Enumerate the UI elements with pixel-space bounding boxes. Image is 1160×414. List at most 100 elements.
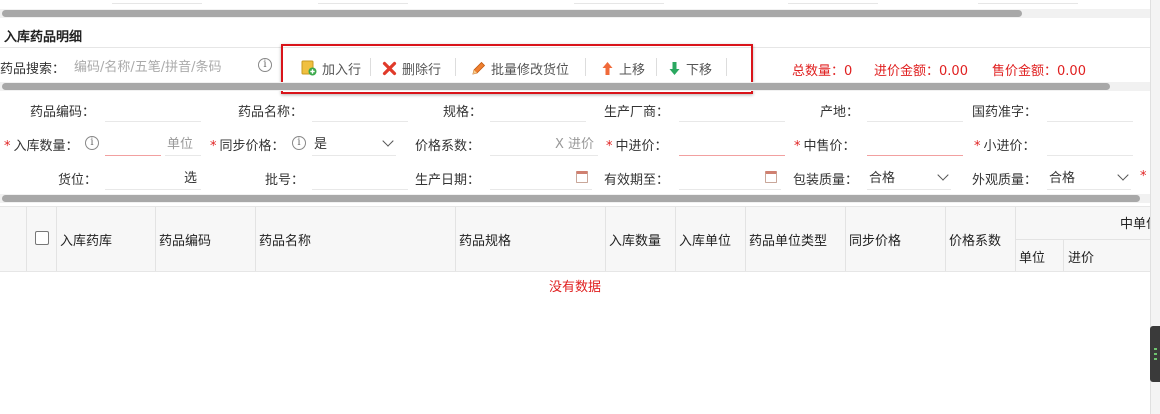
move-down-button[interactable]: 下移 xyxy=(668,58,712,78)
form-bottom-scrollbar[interactable] xyxy=(0,194,1150,203)
column-divider xyxy=(155,207,156,271)
arrow-up-icon xyxy=(602,61,613,75)
summary-purchase-amount: 进价金额：0.00 xyxy=(874,60,968,79)
column-header[interactable]: 药品规格 xyxy=(459,230,511,249)
toolbar-separator xyxy=(726,58,727,76)
mid-purchase-label-text: 中进价： xyxy=(615,139,668,154)
scrollbar-thumb[interactable] xyxy=(2,83,1110,90)
drug-code-label: 药品编码： xyxy=(30,105,96,120)
add-row-button[interactable]: 加入行 xyxy=(301,58,361,78)
approval-label: 国药准字： xyxy=(972,105,1038,120)
chevron-down-icon xyxy=(382,134,394,147)
top-field-remnant xyxy=(978,0,1078,4)
origin-field[interactable] xyxy=(867,96,963,122)
column-divider xyxy=(56,207,57,271)
move-down-label: 下移 xyxy=(686,62,713,78)
select-all-checkbox[interactable] xyxy=(35,231,49,245)
drug-name-field[interactable] xyxy=(312,96,408,122)
origin-label: 产地： xyxy=(820,105,860,120)
purchase-amount-label: 进价金额： xyxy=(874,64,940,79)
scrollbar-thumb[interactable] xyxy=(2,10,1022,17)
column-header[interactable]: 药品单位类型 xyxy=(749,230,827,249)
location-label: 货位： xyxy=(58,173,98,188)
expiry-field[interactable] xyxy=(679,164,781,190)
column-header[interactable]: 入库数量 xyxy=(609,230,661,249)
toolbar-separator xyxy=(370,58,371,76)
sync-price-select[interactable]: 是 xyxy=(312,130,396,156)
batch-field[interactable] xyxy=(312,164,408,190)
column-header[interactable]: 入库药库 xyxy=(60,230,112,249)
toolbar-separator xyxy=(455,58,456,76)
total-qty-value: 0 xyxy=(844,64,853,79)
calendar-icon[interactable] xyxy=(576,170,588,183)
add-row-label: 加入行 xyxy=(322,62,362,78)
column-divider xyxy=(455,207,456,271)
batch-edit-location-label: 批量修改货位 xyxy=(491,62,570,78)
column-header[interactable]: 药品编码 xyxy=(159,230,211,249)
move-up-button[interactable]: 上移 xyxy=(601,58,645,78)
search-input[interactable] xyxy=(74,55,252,79)
chevron-down-icon xyxy=(1117,168,1129,181)
arrow-down-icon xyxy=(669,61,680,75)
column-header[interactable]: 入库单位 xyxy=(679,230,731,249)
mid-purchase-label: * 中进价： xyxy=(606,139,668,154)
calendar-icon[interactable] xyxy=(765,170,777,183)
batch-edit-location-button[interactable]: 批量修改货位 xyxy=(471,58,569,78)
sync-price-label-text: 同步价格： xyxy=(219,139,285,154)
add-row-icon xyxy=(301,60,317,76)
info-icon[interactable]: i xyxy=(85,136,99,150)
manufacturer-field[interactable] xyxy=(679,96,785,122)
info-icon[interactable]: i xyxy=(258,58,272,72)
handle-grip xyxy=(1154,348,1157,350)
sub-column-header[interactable]: 进价 xyxy=(1068,247,1094,266)
mid-purchase-field[interactable] xyxy=(679,130,785,156)
top-scrollbar[interactable] xyxy=(0,9,1150,18)
pencil-icon xyxy=(472,61,486,75)
price-coef-suffix: X 进价 xyxy=(554,137,594,152)
location-select-button[interactable]: 选 xyxy=(184,167,201,186)
approval-field[interactable] xyxy=(1047,96,1133,122)
delete-row-button[interactable]: 删除行 xyxy=(382,58,441,78)
small-purchase-label-text: 小进价： xyxy=(983,139,1036,154)
group-header-divider xyxy=(1015,239,1160,240)
total-qty-label: 总数量： xyxy=(792,64,845,79)
column-divider xyxy=(745,207,746,271)
package-quality-select[interactable]: 合格 xyxy=(867,164,951,190)
spec-field[interactable] xyxy=(490,96,586,122)
prod-date-field[interactable] xyxy=(490,164,592,190)
appearance-quality-select[interactable]: 合格 xyxy=(1047,164,1131,190)
sync-price-value: 是 xyxy=(314,137,328,152)
column-divider xyxy=(945,207,946,271)
info-icon[interactable]: i xyxy=(292,136,306,150)
mid-retail-field[interactable] xyxy=(867,130,963,156)
scrollbar-thumb[interactable] xyxy=(2,195,1140,202)
column-divider xyxy=(845,207,846,271)
in-qty-field[interactable] xyxy=(105,130,161,156)
package-quality-value: 合格 xyxy=(869,171,896,186)
sub-column-header[interactable]: 单位 xyxy=(1019,247,1045,266)
column-divider xyxy=(605,207,606,271)
column-header[interactable]: 价格系数 xyxy=(949,230,1001,249)
section-title: 入库药品明细 xyxy=(4,30,83,45)
form-scrollbar[interactable] xyxy=(0,82,1150,91)
top-field-remnant xyxy=(112,0,202,4)
column-header[interactable]: 同步价格 xyxy=(849,230,901,249)
delete-row-label: 删除行 xyxy=(402,62,442,78)
small-purchase-label: * 小进价： xyxy=(974,139,1036,154)
column-divider xyxy=(26,207,27,271)
package-quality-label: 包装质量： xyxy=(793,173,859,188)
retail-amount-label: 售价金额： xyxy=(992,64,1058,79)
small-purchase-field[interactable] xyxy=(1047,130,1133,156)
location-field[interactable]: 选 xyxy=(105,164,201,190)
empty-table-message: 没有数据 xyxy=(549,280,602,295)
drug-code-field[interactable] xyxy=(105,96,201,122)
side-panel-handle[interactable] xyxy=(1150,326,1160,382)
top-field-remnant xyxy=(318,0,408,4)
prod-date-label: 生产日期： xyxy=(415,173,481,188)
batch-label: 批号： xyxy=(265,173,305,188)
drug-name-label: 药品名称： xyxy=(238,105,304,120)
unit-field[interactable]: 单位 xyxy=(165,130,201,156)
column-header[interactable]: 药品名称 xyxy=(259,230,311,249)
price-coef-field[interactable]: X 进价 xyxy=(490,130,598,156)
column-divider xyxy=(1063,239,1064,271)
